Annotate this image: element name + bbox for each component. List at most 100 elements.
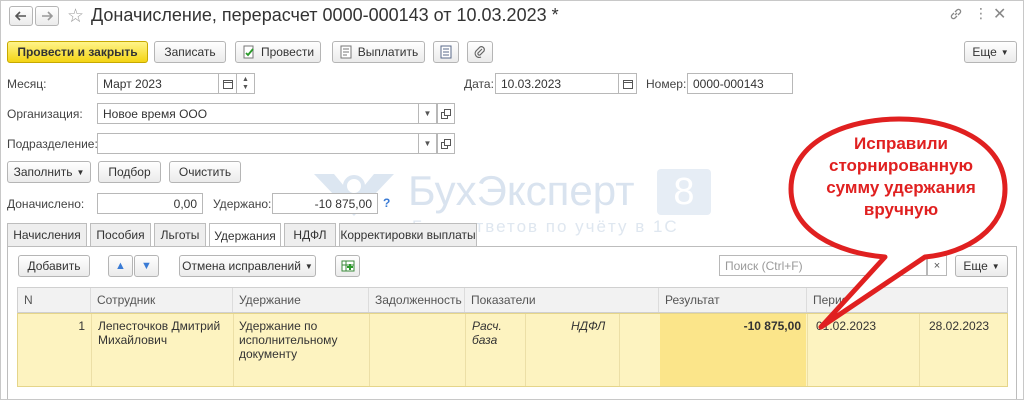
add-rows-grid-button[interactable] xyxy=(335,255,360,277)
accrued-label: Доначислено: xyxy=(7,197,85,211)
number-label: Номер: xyxy=(646,77,687,91)
watermark-brand: БухЭксперт xyxy=(408,167,635,214)
employee-name-line2[interactable]: Михайлович xyxy=(98,333,167,347)
column-divider xyxy=(525,314,526,386)
move-up-button[interactable]: ▲ xyxy=(108,255,133,277)
document-window: ☆ Доначисление, перерасчет 0000-000143 о… xyxy=(0,0,1024,400)
column-divider xyxy=(465,314,466,386)
employee-name-line1[interactable]: Лепесточков Дмитрий xyxy=(98,319,220,333)
calendar-icon xyxy=(622,79,633,89)
column-header-debt[interactable]: Задолженность xyxy=(369,288,465,312)
clear-button[interactable]: Очистить xyxy=(169,161,241,183)
tab-deductions-privileges[interactable]: Льготы xyxy=(154,223,206,246)
department-label: Подразделение: xyxy=(7,137,98,151)
window-menu-icon[interactable]: ⋮ xyxy=(974,5,988,22)
indicator-label-line2: база xyxy=(472,333,498,347)
window-title: Доначисление, перерасчет 0000-000143 от … xyxy=(91,5,559,25)
chevron-down-icon: ▼ xyxy=(423,109,432,118)
list-report-icon xyxy=(440,45,452,59)
month-calendar-button[interactable] xyxy=(219,73,237,94)
undo-corrections-label: Отмена исправлений xyxy=(182,259,301,273)
column-divider xyxy=(233,314,234,386)
callout-text-2: сторнированную xyxy=(828,156,973,175)
grid-plus-icon xyxy=(341,260,354,272)
tab-payment-corrections[interactable]: Корректировки выплаты xyxy=(339,223,477,246)
tab-benefits[interactable]: Пособия xyxy=(90,223,151,246)
row-number: 1 xyxy=(78,319,85,333)
back-button[interactable] xyxy=(9,6,33,26)
column-header-indicators[interactable]: Показатели xyxy=(465,288,659,312)
organization-dropdown-button[interactable]: ▼ xyxy=(419,103,437,124)
month-field[interactable]: Март 2023 xyxy=(97,73,219,94)
deduction-line2[interactable]: исполнительному xyxy=(239,333,338,347)
move-down-button[interactable]: ▼ xyxy=(134,255,159,277)
month-label: Месяц: xyxy=(7,77,47,91)
chevron-down-icon: ▼ xyxy=(423,139,432,148)
stepper-up-icon: ▲ xyxy=(242,75,249,83)
indicator-value[interactable]: НДФЛ xyxy=(571,319,605,333)
accrued-field: 0,00 xyxy=(97,193,203,214)
callout-text-1: Исправили xyxy=(854,134,948,153)
post-document-icon xyxy=(243,45,254,59)
favorite-star-icon[interactable]: ☆ xyxy=(67,5,84,28)
stepper-down-icon: ▼ xyxy=(242,83,249,91)
month-stepper[interactable]: ▲ ▼ xyxy=(237,73,255,94)
watermark-digit-badge: 8 xyxy=(657,169,711,215)
column-divider xyxy=(369,314,370,386)
department-dropdown-button[interactable]: ▼ xyxy=(419,133,437,154)
post-button[interactable]: Провести xyxy=(235,41,321,63)
tab-withholdings[interactable]: Удержания xyxy=(209,223,281,247)
callout-text-3: сумму удержания xyxy=(826,178,976,197)
date-field[interactable]: 10.03.2023 xyxy=(495,73,619,94)
watermark-digit: 8 xyxy=(673,170,695,213)
withheld-field: -10 875,00 xyxy=(272,193,378,214)
chevron-down-icon: ▼ xyxy=(304,261,313,271)
deduction-line3[interactable]: документу xyxy=(239,347,297,361)
chevron-down-icon: ▼ xyxy=(76,167,85,177)
column-header-n[interactable]: N xyxy=(18,288,91,312)
undo-corrections-button[interactable]: Отмена исправлений ▼ xyxy=(179,255,316,277)
result-value[interactable]: -10 875,00 xyxy=(661,319,801,333)
add-row-button[interactable]: Добавить xyxy=(18,255,90,277)
organization-field[interactable]: Новое время ООО xyxy=(97,103,419,124)
organization-open-button[interactable] xyxy=(437,103,455,124)
deduction-line1[interactable]: Удержание по xyxy=(239,319,317,333)
department-open-button[interactable] xyxy=(437,133,455,154)
open-link-icon xyxy=(441,108,451,119)
withheld-label: Удержано: xyxy=(213,197,272,211)
post-button-label: Провести xyxy=(260,45,315,59)
pay-button-label: Выплатить xyxy=(357,45,419,59)
link-icon[interactable] xyxy=(949,7,963,21)
tab-accruals[interactable]: Начисления xyxy=(7,223,87,246)
calendar-icon xyxy=(222,79,233,89)
column-divider xyxy=(619,314,620,386)
organization-label: Организация: xyxy=(7,107,83,121)
column-divider xyxy=(91,314,92,386)
arrow-up-icon: ▲ xyxy=(115,260,126,272)
tab-ndfl[interactable]: НДФЛ xyxy=(284,223,336,246)
paperclip-icon xyxy=(474,46,485,59)
date-label: Дата: xyxy=(464,77,494,91)
report-button[interactable] xyxy=(433,41,459,63)
column-header-employee[interactable]: Сотрудник xyxy=(91,288,233,312)
forward-button[interactable] xyxy=(35,6,59,26)
number-field[interactable]: 0000-000143 xyxy=(687,73,793,94)
help-icon[interactable]: ? xyxy=(383,196,390,210)
column-header-deduction[interactable]: Удержание xyxy=(233,288,369,312)
save-button[interactable]: Записать xyxy=(154,41,226,63)
pick-button[interactable]: Подбор xyxy=(98,161,161,183)
arrow-left-icon xyxy=(15,11,26,21)
department-field[interactable] xyxy=(97,133,419,154)
close-icon[interactable]: ✕ xyxy=(993,4,1006,24)
more-button[interactable]: Еще ▼ xyxy=(964,41,1017,63)
callout-text-4: вручную xyxy=(863,200,939,219)
indicator-label-line1: Расч. xyxy=(472,319,502,333)
more-button-label: Еще xyxy=(972,45,997,59)
open-link-icon xyxy=(441,138,451,149)
arrow-down-icon: ▼ xyxy=(141,260,152,272)
date-calendar-button[interactable] xyxy=(619,73,637,94)
post-and-close-button[interactable]: Провести и закрыть xyxy=(7,41,148,63)
attachments-button[interactable] xyxy=(467,41,493,63)
fill-button[interactable]: Заполнить ▼ xyxy=(7,161,91,183)
pay-button[interactable]: Выплатить xyxy=(332,41,425,63)
